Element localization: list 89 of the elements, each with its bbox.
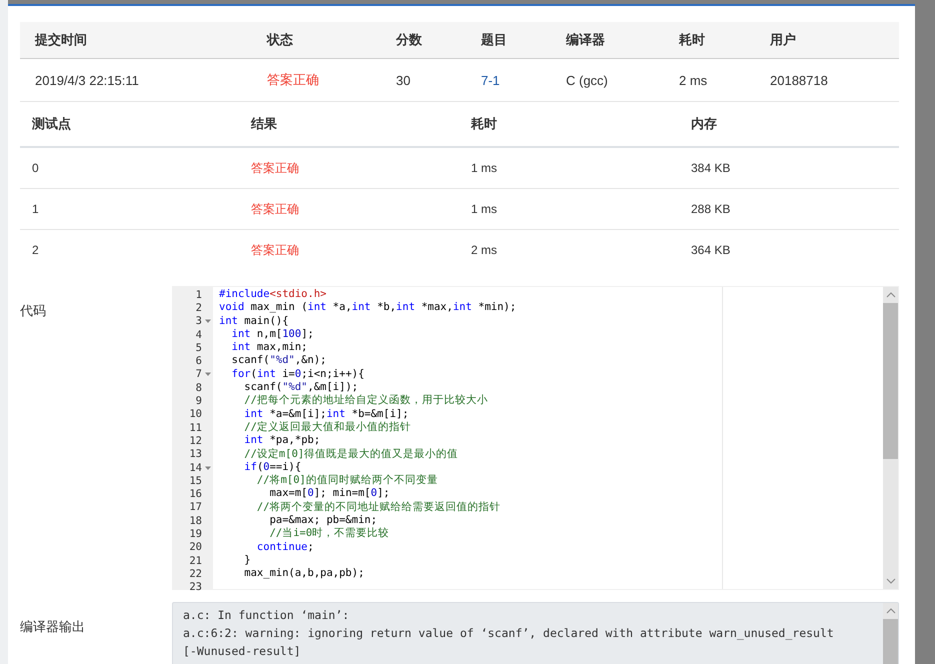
code-line: //当i=0时，不需要比较	[268, 527, 390, 540]
code-line: scanf("%d",&n);	[230, 354, 326, 366]
table-cell: 答案正确	[251, 160, 299, 176]
line-number: 17	[189, 501, 202, 514]
column-header: 提交时间	[35, 31, 87, 49]
line-number: 22	[189, 568, 202, 580]
output-line: [-Wunused-result]	[183, 643, 302, 660]
problem-link[interactable]: 7-1	[481, 72, 500, 88]
code-line: //将两个变量的不同地址赋给给需要返回值的指针	[256, 500, 501, 513]
table-cell: 30	[396, 72, 410, 88]
column-header: 测试点	[32, 115, 71, 133]
code-line: max_min(a,b,pa,pb);	[243, 567, 364, 580]
fold-icon[interactable]	[205, 464, 211, 470]
scrollbar[interactable]	[883, 287, 898, 589]
table-cell: 0	[32, 161, 39, 175]
table-cell: 答案正确	[251, 242, 299, 258]
code-line: int main(){	[219, 314, 289, 327]
line-number: 23	[189, 581, 202, 594]
code-line: pa=&max; pb=&min;	[268, 514, 378, 526]
code-line: int max,min;	[230, 341, 308, 354]
column-header: 耗时	[679, 31, 705, 49]
table-cell: C (gcc)	[566, 72, 608, 88]
line-number: 6	[196, 355, 202, 368]
table-cell: 1 ms	[471, 202, 498, 216]
column-header: 题目	[481, 31, 507, 49]
line-number: 4	[196, 328, 202, 341]
table-cell: 1	[32, 202, 39, 216]
column-header: 编译器	[566, 31, 605, 49]
code-line: //定义返回最大值和最小值的指针	[243, 420, 411, 433]
code-line: max=m[0]; min=m[0];	[268, 487, 390, 500]
table-cell: 2 ms	[679, 72, 708, 88]
column-header: 状态	[267, 31, 293, 49]
line-number: 5	[196, 342, 202, 354]
fold-icon[interactable]	[205, 318, 211, 324]
table-cell: 288 KB	[691, 202, 730, 216]
line-number: 20	[189, 541, 202, 554]
table-cell: 2	[32, 243, 39, 257]
table-cell: 20188718	[770, 72, 828, 88]
line-number: 16	[189, 488, 202, 500]
scroll-down-icon[interactable]	[886, 578, 896, 584]
table-cell: 2 ms	[471, 243, 498, 257]
line-number: 1	[196, 288, 202, 301]
table-cell: 答案正确	[267, 71, 319, 89]
line-number: 3	[196, 315, 202, 328]
scrollbar[interactable]	[883, 603, 898, 664]
code-line: }	[243, 554, 251, 566]
code-line: #include<stdio.h>	[219, 288, 326, 300]
column-header: 耗时	[471, 115, 497, 133]
line-number: 19	[189, 528, 202, 540]
column-header: 用户	[770, 31, 796, 49]
line-number: 11	[189, 422, 202, 434]
table-cell: 1 ms	[471, 161, 498, 175]
table-cell: 答案正确	[251, 200, 299, 218]
code-line: continue;	[256, 540, 314, 553]
line-number: 2	[196, 302, 202, 314]
section-label: 代码	[20, 302, 47, 320]
code-line: for(int i=0;i<n;i++){	[230, 368, 364, 380]
line-number: 13	[189, 448, 202, 460]
table-cell: 364 KB	[691, 243, 730, 257]
output-line: a.c: In function ‘main’:	[183, 607, 350, 624]
code-line: int n,m[100];	[230, 328, 314, 340]
line-number: 15	[189, 474, 202, 487]
line-number: 21	[189, 554, 202, 567]
code-line: if(0==i){	[243, 460, 302, 473]
section-label: 编译器输出	[20, 618, 86, 636]
fold-icon[interactable]	[205, 371, 211, 378]
code-line: //将m[0]的值同时赋给两个不同变量	[256, 474, 438, 486]
line-number: 9	[196, 395, 202, 408]
line-number: 18	[189, 514, 202, 527]
code-line: //设定m[0]得值既是最大的值又是最小的值	[243, 448, 458, 460]
line-number: 10	[189, 408, 202, 420]
code-line: int *pa,*pb;	[243, 434, 320, 446]
scroll-up-icon[interactable]	[886, 608, 896, 614]
output-line: a.c:6:2: warning: ignoring return value of ‘scanf’, declared with attribute warn_unused_result	[183, 625, 835, 642]
column-header: 内存	[691, 115, 717, 133]
line-number: 7	[196, 368, 202, 380]
code-line: int *a=&m[i];int *b=&m[i];	[243, 408, 409, 420]
table-cell: 2019/4/3 22:15:11	[35, 72, 139, 88]
code-editor[interactable]	[172, 286, 899, 590]
scroll-up-icon[interactable]	[886, 292, 896, 298]
code-line: //把每个元素的地址给自定义函数，用于比较大小	[243, 394, 488, 406]
code-line: scanf("%d",&m[i]);	[243, 381, 358, 394]
code-line: void max_min (int *a,int *b,int *max,int *min);	[219, 301, 516, 314]
column-header: 结果	[251, 115, 277, 133]
column-header: 分数	[396, 31, 422, 49]
line-number: 12	[189, 434, 202, 447]
line-number: 8	[196, 382, 202, 394]
line-number: 14	[189, 462, 202, 474]
table-cell: 384 KB	[691, 161, 730, 175]
